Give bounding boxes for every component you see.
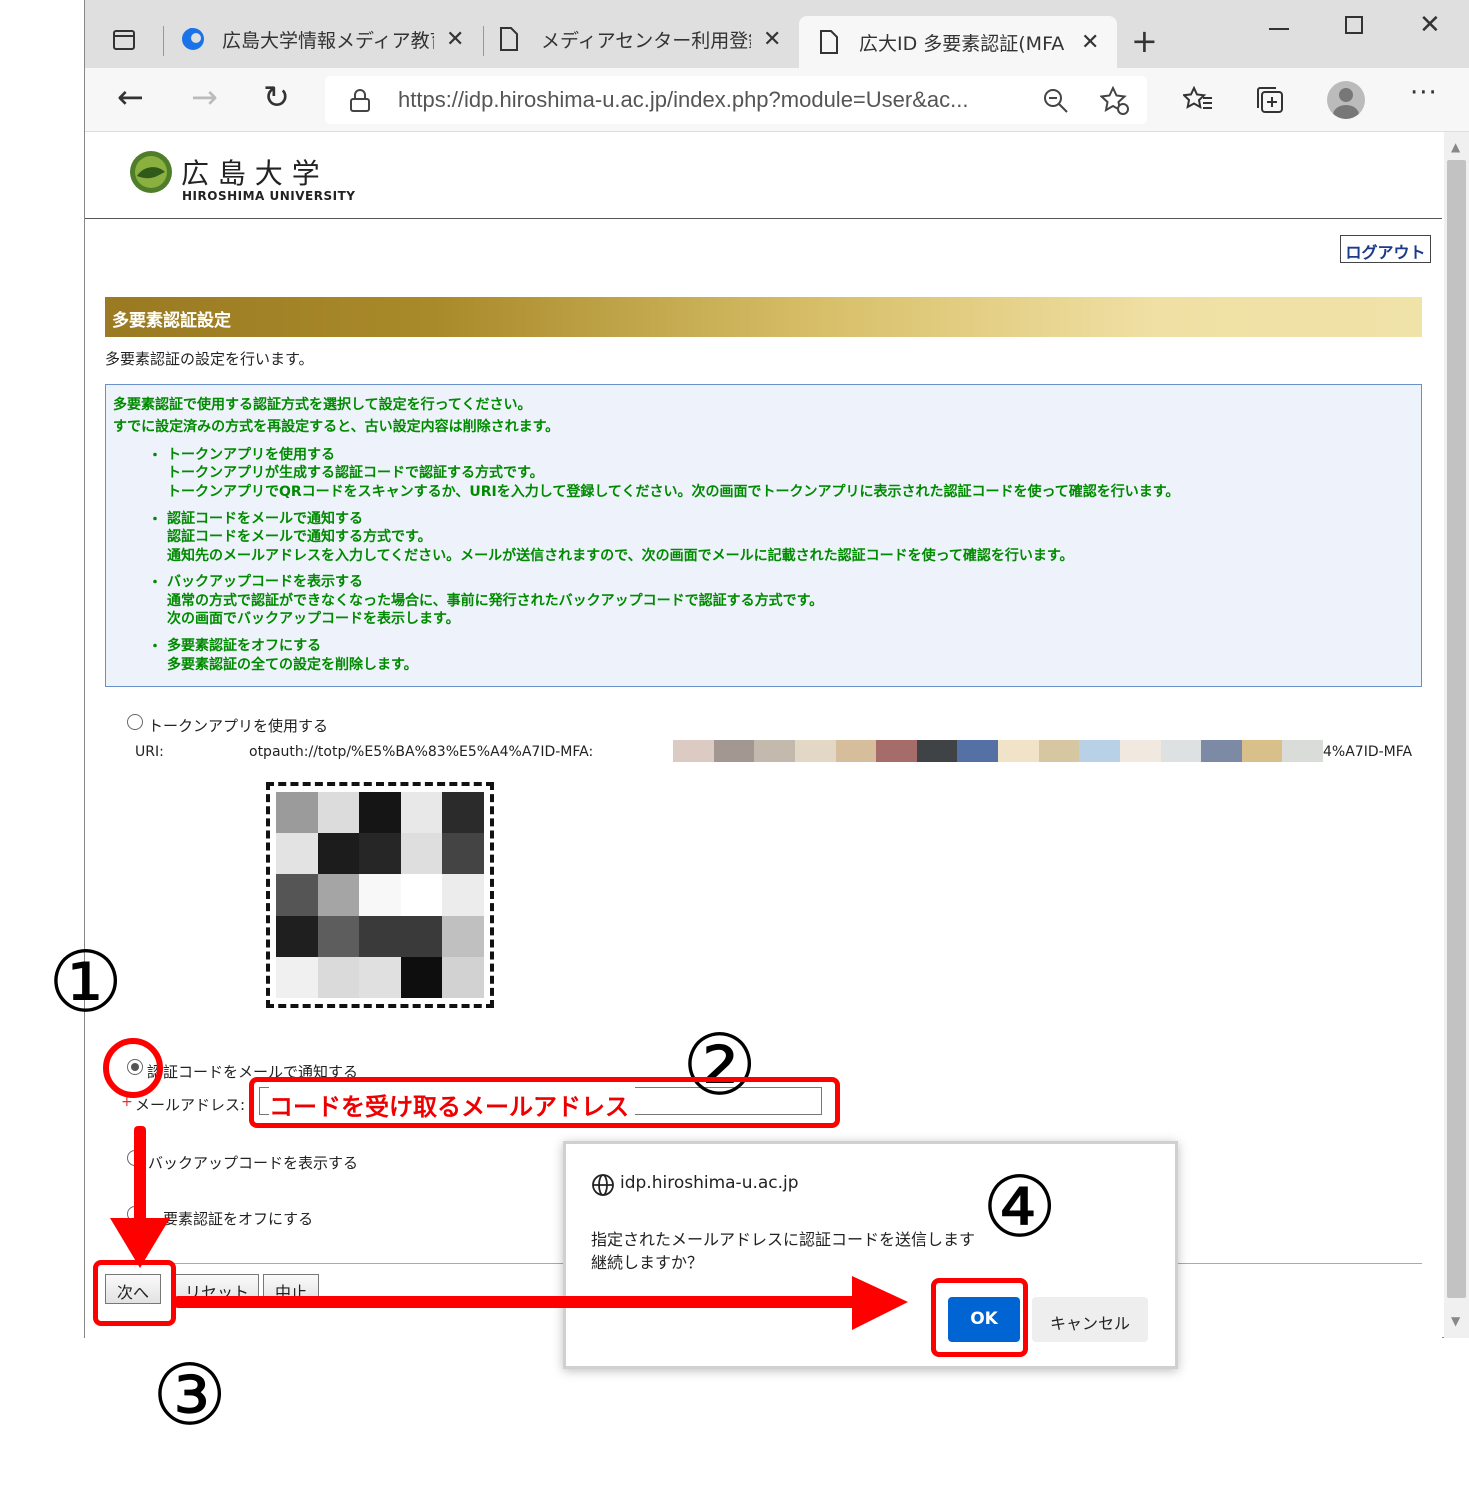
more-menu-icon[interactable]: ··· (1410, 78, 1438, 108)
uri-redacted-mosaic (673, 740, 1323, 762)
email-label: メールアドレス: (135, 1096, 246, 1114)
radio-token-app[interactable] (127, 714, 143, 730)
uri-tail: 4%A7ID-MFA (1323, 744, 1413, 760)
dialog-cancel-button[interactable]: キャンセル (1032, 1297, 1148, 1342)
info-item-line: トークンアプリでQRコードをスキャンするか、URIを入力して登録してください。次… (167, 484, 1180, 500)
globe-icon (592, 1174, 614, 1196)
dialog-message-2: 継続しますか？ (591, 1253, 704, 1272)
info-box: 多要素認証で使用する認証方式を選択して設定を行ってください。 すでに設定済みの方… (105, 384, 1422, 687)
info-item-line: 次の画面でバックアップコードを表示します。 (167, 611, 460, 627)
info-item-line: トークンアプリが生成する認証コードで認証する方式です。 (167, 465, 544, 481)
bullet-icon: ・ (148, 512, 162, 528)
radio-label-mfa-off: 要素認証をオフにする (163, 1210, 314, 1228)
step-1-marker: ① (48, 933, 124, 1031)
favorites-icon[interactable] (1183, 86, 1213, 114)
info-item-line: 通知先のメールアドレスを入力してください。メールが送信されますので、次の画面でメ… (167, 548, 1074, 564)
info-intro-2: すでに設定済みの方式を再設定すると、古い設定内容は削除されます。 (113, 419, 560, 435)
close-icon[interactable]: ✕ (763, 27, 781, 52)
scroll-up-icon[interactable]: ▲ (1451, 140, 1460, 154)
maximize-button[interactable] (1345, 16, 1363, 34)
university-logo-icon (130, 151, 172, 193)
dialog-message-1: 指定されたメールアドレスに認証コードを送信します (591, 1230, 976, 1249)
bullet-icon: ・ (148, 448, 162, 464)
tab-actions-icon[interactable] (113, 30, 135, 50)
tab-media-center[interactable]: メディアセンター利用登録シ ✕ (499, 16, 789, 62)
add-favorite-icon[interactable] (1100, 86, 1130, 116)
page-icon (820, 30, 838, 54)
forward-icon: → (191, 78, 218, 116)
zoom-icon[interactable] (1043, 88, 1069, 114)
tab-label: 広大ID 多要素認証(MFA (859, 32, 1065, 55)
tab-media-education[interactable]: 広島大学情報メディア教育 ✕ (180, 16, 470, 62)
info-item-title: 多要素認証をオフにする (167, 638, 322, 654)
info-item-title: 認証コードをメールで通知する (167, 511, 363, 527)
avatar[interactable] (1327, 81, 1365, 119)
browser-toolbar: ← → ↻ https://idp.hiroshima-u.ac.jp/inde… (85, 68, 1469, 132)
dialog-origin: idp.hiroshima-u.ac.jp (620, 1173, 799, 1193)
scroll-down-icon[interactable]: ▼ (1451, 1314, 1460, 1328)
info-intro-1: 多要素認証で使用する認証方式を選択して設定を行ってください。 (113, 397, 532, 413)
tab-mfa-active[interactable]: 広大ID 多要素認証(MFA ✕ (799, 16, 1117, 68)
university-name-en: HIROSHIMA UNIVERSITY (182, 189, 356, 203)
collections-icon[interactable] (1255, 86, 1285, 114)
highlight-email-box (249, 1077, 840, 1128)
info-item-line: 多要素認証の全ての設定を削除します。 (167, 657, 418, 673)
highlight-radio-ring (103, 1038, 163, 1098)
bullet-icon: ・ (148, 639, 162, 655)
close-icon[interactable]: ✕ (446, 27, 464, 52)
uri-label: URI: (135, 744, 164, 760)
tab-label: メディアセンター利用登録シ (541, 29, 751, 52)
info-item-line: 通常の方式で認証ができなくなった場合に、事前に発行されたバックアップコードで認証… (167, 593, 824, 609)
url-text: https://idp.hiroshima-u.ac.jp/index.php?… (398, 87, 969, 112)
section-title: 多要素認証設定 (105, 297, 1422, 337)
address-bar[interactable]: https://idp.hiroshima-u.ac.jp/index.php?… (325, 76, 1147, 124)
close-window-button[interactable]: ✕ (1419, 10, 1441, 40)
step-4-marker: ④ (982, 1158, 1058, 1256)
arrow-right-annotation (174, 1276, 908, 1330)
browser-window: 広島大学情報メディア教育 ✕ メディアセンター利用登録シ ✕ 広大ID 多要素認… (84, 0, 1469, 1338)
scrollbar-thumb[interactable] (1447, 160, 1466, 1298)
tab-bar: 広島大学情報メディア教育 ✕ メディアセンター利用登録シ ✕ 広大ID 多要素認… (85, 0, 1469, 68)
info-item-line: 認証コードをメールで通知する方式です。 (167, 529, 432, 545)
highlight-ok-button (931, 1278, 1028, 1357)
bullet-icon: ・ (148, 575, 162, 591)
logout-button[interactable]: ログアウト (1340, 235, 1431, 263)
arrow-down-annotation (110, 1126, 170, 1268)
edge-logo-icon (182, 28, 204, 50)
info-item-title: トークンアプリを使用する (167, 447, 335, 463)
confirm-dialog: idp.hiroshima-u.ac.jp 指定されたメールアドレスに認証コード… (563, 1141, 1178, 1369)
section-description: 多要素認証の設定を行います。 (105, 350, 314, 368)
qr-code (266, 782, 494, 1008)
new-tab-button[interactable]: + (1131, 22, 1158, 60)
lock-icon[interactable] (349, 89, 371, 113)
header-divider (85, 218, 1442, 219)
close-icon[interactable]: ✕ (1081, 30, 1099, 55)
university-name-jp: 広 島 大 学 (181, 157, 320, 190)
refresh-icon[interactable]: ↻ (263, 78, 290, 116)
back-icon[interactable]: ← (117, 78, 144, 116)
uri-value: otpauth://totp/%E5%BA%83%E5%A4%A7ID-MFA: (249, 744, 594, 760)
step-3-marker: ③ (152, 1346, 228, 1444)
tab-label: 広島大学情報メディア教育 (222, 29, 434, 52)
radio-label-token-app: トークンアプリを使用する (148, 717, 329, 735)
minimize-button[interactable] (1269, 28, 1289, 30)
page-icon (500, 27, 518, 51)
info-item-title: バックアップコードを表示する (167, 574, 363, 590)
radio-label-backup: バックアップコードを表示する (148, 1154, 359, 1172)
